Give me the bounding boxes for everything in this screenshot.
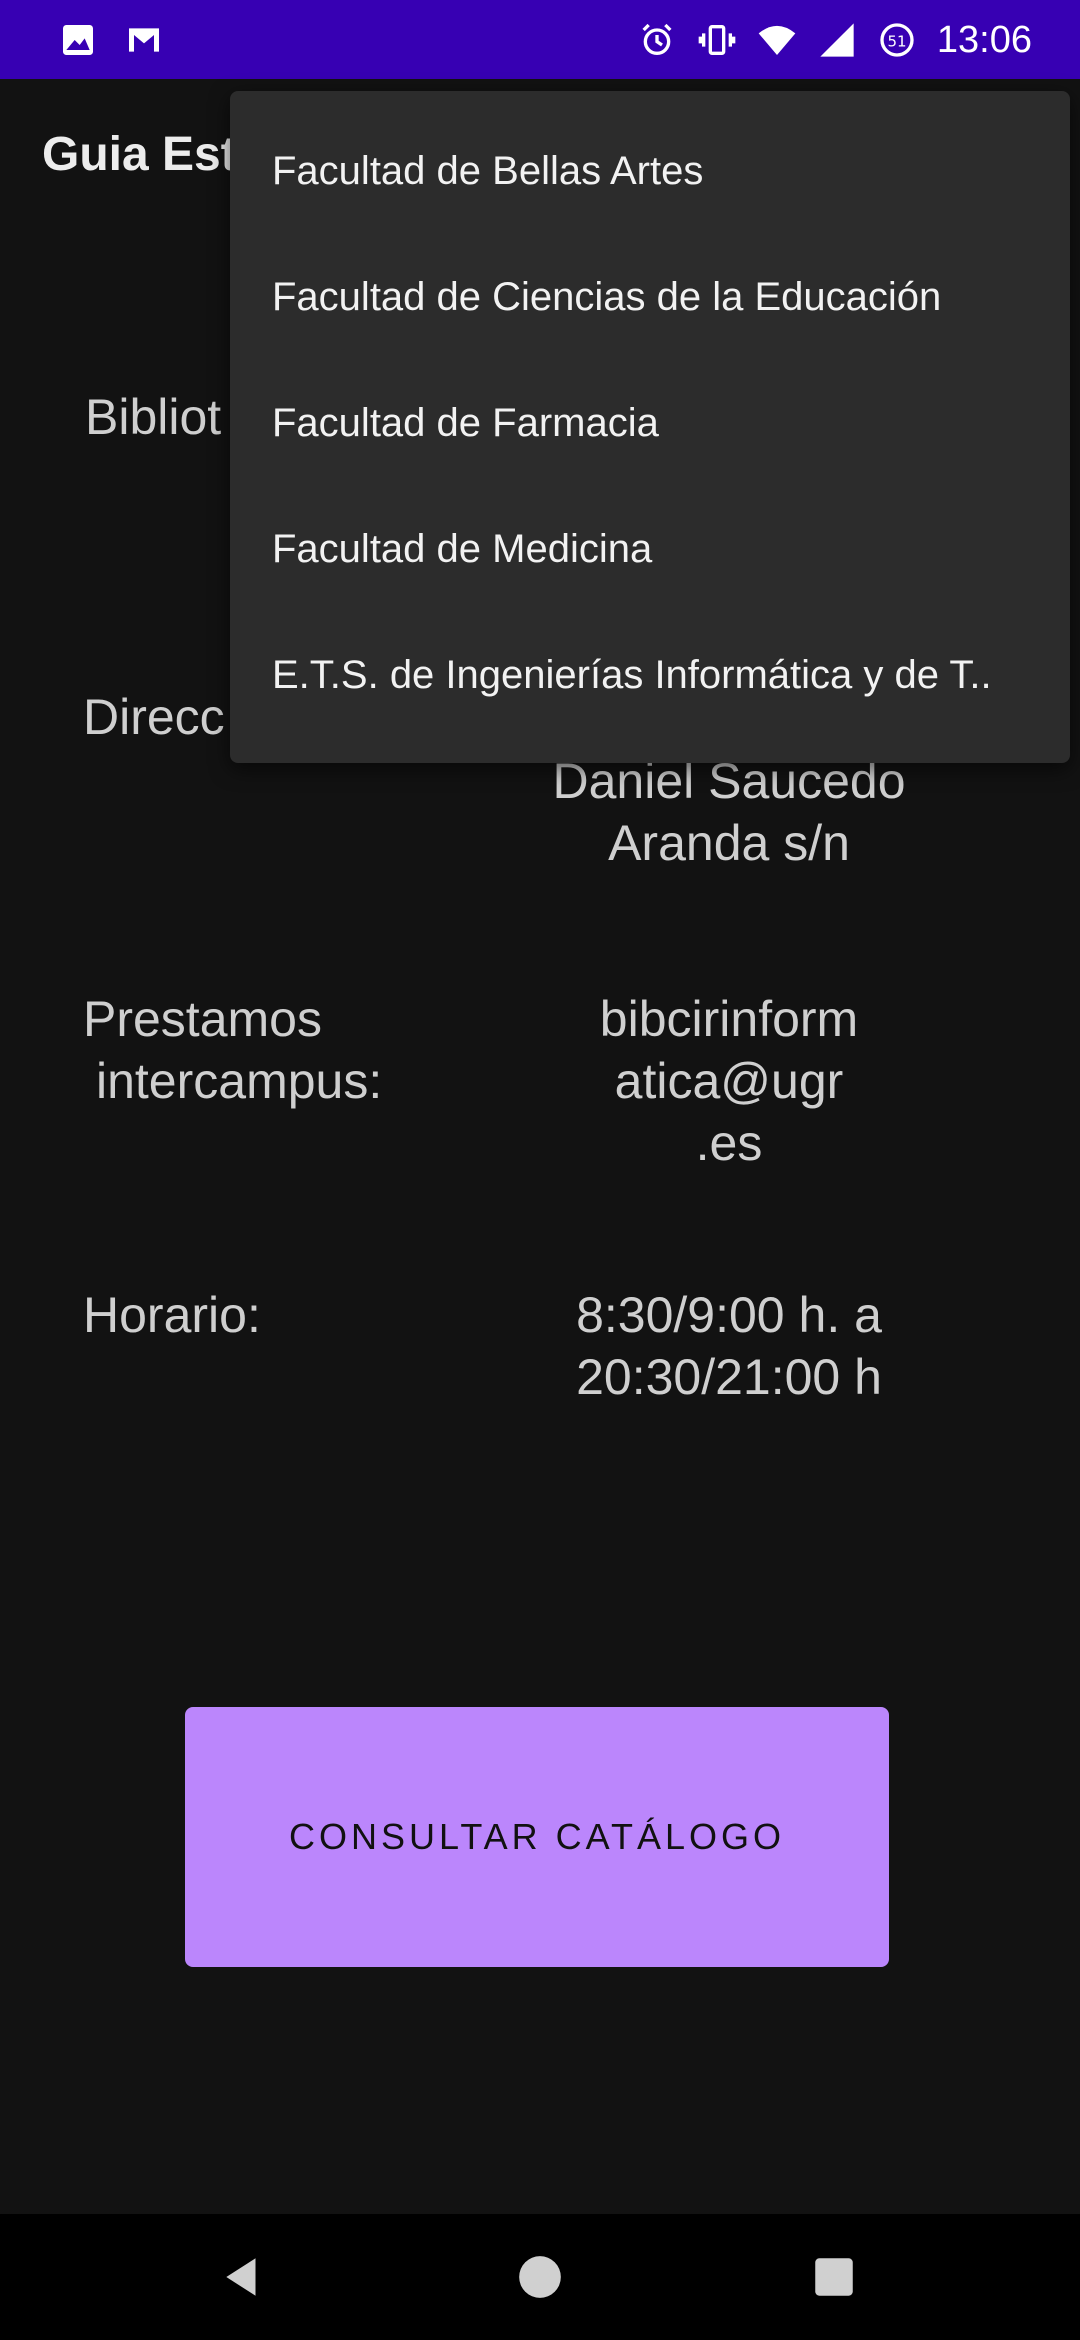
menu-item-medicina[interactable]: Facultad de Medicina bbox=[272, 527, 1052, 572]
menu-item-ciencias-educacion[interactable]: Facultad de Ciencias de la Educación bbox=[272, 275, 1052, 320]
loans-label-line1: Prestamos bbox=[83, 991, 322, 1047]
wifi-icon bbox=[758, 25, 796, 55]
vibrate-icon bbox=[698, 25, 736, 55]
loans-value-line3: .es bbox=[695, 1115, 763, 1171]
menu-item-farmacia[interactable]: Facultad de Farmacia bbox=[272, 401, 1052, 446]
schedule-value-line1: 8:30/9:00 h. a bbox=[576, 1287, 882, 1343]
consult-catalog-button[interactable]: CONSULTAR CATÁLOGO bbox=[185, 1707, 889, 1967]
schedule-label: Horario: bbox=[83, 1287, 261, 1343]
loans-value-line2: atica@ugr bbox=[614, 1053, 844, 1109]
status-bar: 51 13:06 bbox=[0, 0, 1080, 79]
gmail-icon bbox=[129, 28, 159, 52]
library-label: Bibliot bbox=[85, 389, 222, 445]
menu-item-ets-informatica[interactable]: E.T.S. de Ingenierías Informática y de T… bbox=[272, 653, 1052, 698]
address-label: Direcc bbox=[83, 689, 225, 745]
back-icon[interactable] bbox=[218, 2252, 268, 2302]
signal-icon bbox=[820, 23, 854, 57]
app-title: Guia Est bbox=[42, 128, 237, 181]
data-saver-icon: 51 bbox=[880, 23, 914, 57]
alarm-icon bbox=[642, 23, 672, 56]
navigation-bar bbox=[0, 2214, 1080, 2340]
status-time: 13:06 bbox=[936, 19, 1032, 61]
loans-label-line2: intercampus: bbox=[96, 1053, 383, 1109]
faculty-dropdown-menu: Facultad de Bellas Artes Facultad de Cie… bbox=[230, 91, 1070, 763]
image-icon bbox=[63, 25, 93, 55]
recents-icon[interactable] bbox=[809, 2252, 859, 2302]
menu-item-bellas-artes[interactable]: Facultad de Bellas Artes bbox=[272, 149, 1052, 194]
schedule-value-line2: 20:30/21:00 h bbox=[576, 1349, 882, 1405]
svg-text:51: 51 bbox=[887, 33, 906, 51]
home-icon[interactable] bbox=[515, 2252, 565, 2302]
loans-value-line1: bibcirinform bbox=[599, 991, 859, 1047]
address-value-line2: Aranda s/n bbox=[608, 815, 850, 871]
